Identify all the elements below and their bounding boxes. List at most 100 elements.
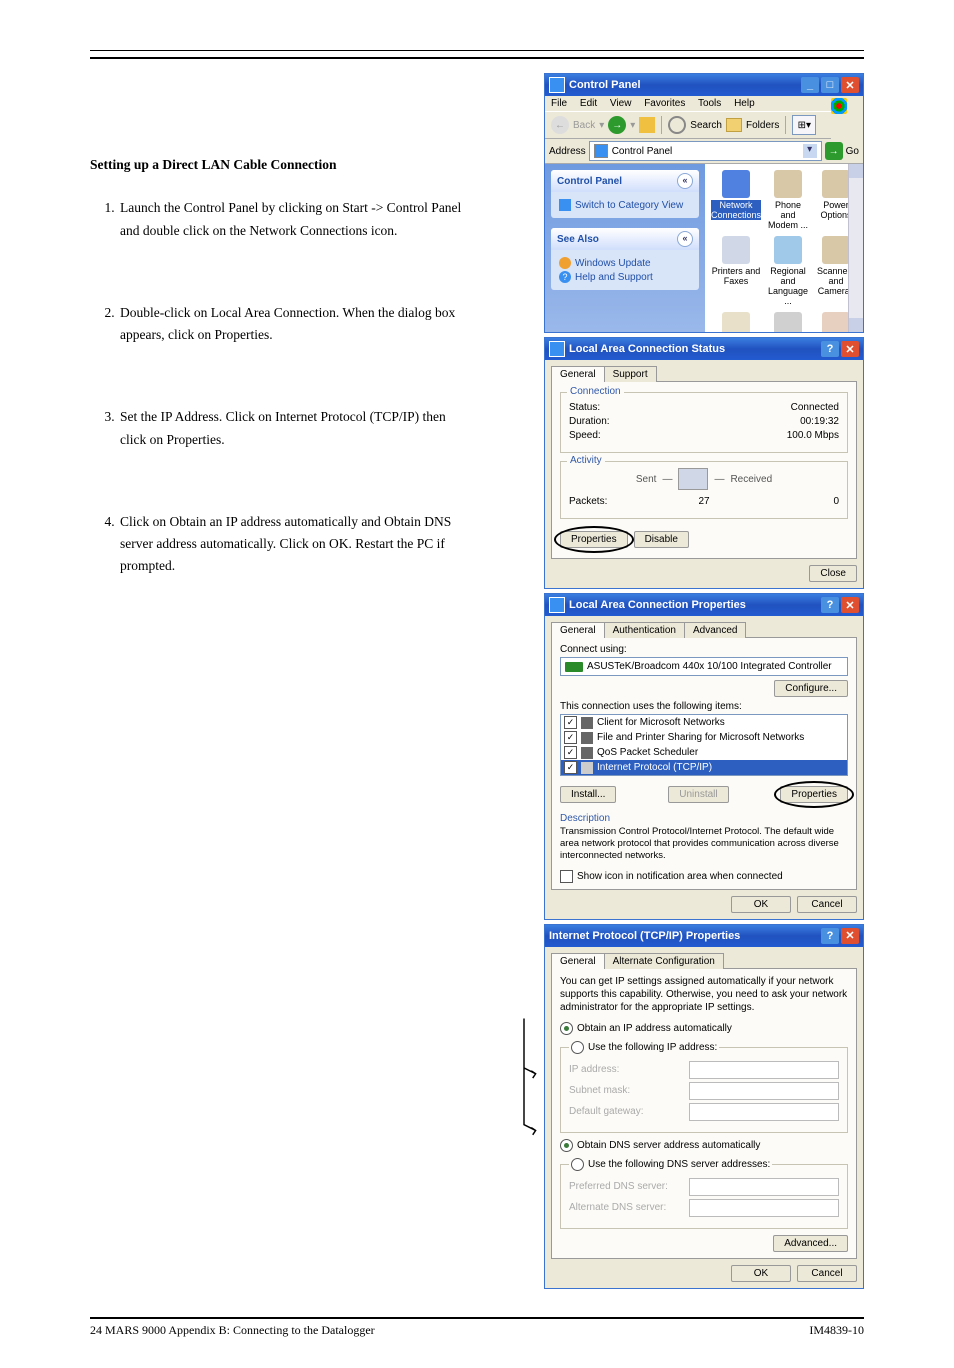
address-input[interactable]: Control Panel ▾ bbox=[589, 141, 822, 161]
folders-label[interactable]: Folders bbox=[746, 120, 779, 131]
regional-item[interactable]: Regional and Language ... bbox=[765, 234, 811, 308]
radio-auto-dns[interactable] bbox=[560, 1139, 573, 1152]
ok-button[interactable]: OK bbox=[731, 896, 791, 913]
radio-static-ip[interactable] bbox=[571, 1041, 584, 1054]
panel-icon bbox=[594, 144, 608, 158]
lan-properties-window: Local Area Connection Properties?✕ Gener… bbox=[544, 593, 864, 920]
menu-edit[interactable]: Edit bbox=[580, 98, 597, 109]
switch-category-link[interactable]: Switch to Category View bbox=[559, 199, 691, 211]
views-button[interactable]: ⊞▾ bbox=[792, 115, 816, 135]
sent-label: Sent bbox=[636, 474, 657, 485]
advanced-button[interactable]: Advanced... bbox=[773, 1235, 848, 1252]
qos-icon bbox=[581, 747, 593, 759]
footer-right: IM4839-10 bbox=[809, 1323, 864, 1338]
power-icon bbox=[822, 170, 850, 198]
list-item: ✓QoS Packet Scheduler bbox=[561, 745, 847, 760]
tab-authentication[interactable]: Authentication bbox=[604, 622, 685, 638]
radio-static-dns[interactable] bbox=[571, 1158, 584, 1171]
phone-icon bbox=[774, 170, 802, 198]
show-icon-checkbox[interactable] bbox=[560, 870, 573, 883]
search-label[interactable]: Search bbox=[690, 120, 722, 131]
menu-help[interactable]: Help bbox=[734, 98, 755, 109]
step-2: Double-click on Local Area Connection. W… bbox=[118, 302, 470, 347]
properties-button[interactable]: Properties bbox=[560, 531, 628, 548]
step-4: Click on Obtain an IP address automatica… bbox=[118, 511, 470, 578]
dropdown-icon[interactable]: ▾ bbox=[803, 144, 817, 158]
minimize-button[interactable]: _ bbox=[801, 77, 819, 93]
up-button[interactable] bbox=[639, 117, 655, 133]
uninstall-button[interactable]: Uninstall bbox=[668, 786, 728, 803]
titlebar[interactable]: Control Panel _ □ ✕ bbox=[545, 74, 863, 96]
back-button[interactable]: ← bbox=[551, 116, 569, 134]
checkbox-icon[interactable]: ✓ bbox=[564, 731, 577, 744]
show-icon-label: Show icon in notification area when conn… bbox=[577, 871, 783, 882]
menu-favorites[interactable]: Favorites bbox=[644, 98, 685, 109]
tab-support[interactable]: Support bbox=[604, 366, 657, 382]
help-button[interactable]: ? bbox=[821, 928, 839, 944]
control-panel-window: Control Panel _ □ ✕ File Edit View Favor… bbox=[544, 73, 864, 333]
cancel-button[interactable]: Cancel bbox=[797, 896, 857, 913]
collapse-icon[interactable]: « bbox=[677, 231, 693, 247]
checkbox-icon[interactable]: ✓ bbox=[564, 716, 577, 729]
window-icon bbox=[549, 77, 565, 93]
close-button[interactable]: ✕ bbox=[841, 341, 859, 357]
close-button[interactable]: ✕ bbox=[841, 597, 859, 613]
tab-general[interactable]: General bbox=[551, 953, 605, 969]
windows-update-link[interactable]: Windows Update bbox=[559, 257, 691, 269]
maximize-button[interactable]: □ bbox=[821, 77, 839, 93]
radio-auto-ip[interactable] bbox=[560, 1022, 573, 1035]
close-button[interactable]: Close bbox=[809, 565, 857, 582]
tab-advanced[interactable]: Advanced bbox=[684, 622, 746, 638]
scrollbar[interactable] bbox=[848, 164, 863, 332]
printers-item[interactable]: Printers and Faxes bbox=[709, 234, 763, 308]
checkbox-icon[interactable]: ✓ bbox=[564, 761, 577, 774]
close-button[interactable]: ✕ bbox=[841, 928, 859, 944]
tab-alternate[interactable]: Alternate Configuration bbox=[604, 953, 724, 969]
mask-input[interactable] bbox=[689, 1082, 839, 1100]
help-support-link[interactable]: ?Help and Support bbox=[559, 271, 691, 283]
tab-general[interactable]: General bbox=[551, 366, 605, 382]
menu-file[interactable]: File bbox=[551, 98, 567, 109]
menu-tools[interactable]: Tools bbox=[698, 98, 721, 109]
install-button[interactable]: Install... bbox=[560, 786, 616, 803]
duration-label: Duration: bbox=[569, 416, 610, 427]
configure-button[interactable]: Configure... bbox=[774, 680, 848, 697]
windows-logo-icon bbox=[831, 98, 847, 114]
dns2-input[interactable] bbox=[689, 1199, 839, 1217]
ip-input[interactable] bbox=[689, 1061, 839, 1079]
step-3: Set the IP Address. Click on Internet Pr… bbox=[118, 406, 470, 451]
printer-icon bbox=[722, 236, 750, 264]
status-value: Connected bbox=[791, 402, 839, 413]
go-button[interactable]: → bbox=[825, 142, 843, 160]
window-title: Control Panel bbox=[569, 79, 641, 91]
scroll-down-icon[interactable] bbox=[849, 318, 863, 332]
dns1-input[interactable] bbox=[689, 1178, 839, 1196]
tab-general[interactable]: General bbox=[551, 622, 605, 638]
client-icon bbox=[581, 717, 593, 729]
static-ip-label: Use the following IP address: bbox=[588, 1042, 717, 1053]
collapse-icon[interactable]: « bbox=[677, 173, 693, 189]
properties-button[interactable]: Properties bbox=[780, 786, 848, 803]
protocol-icon bbox=[581, 762, 593, 774]
help-button[interactable]: ? bbox=[821, 341, 839, 357]
items-list[interactable]: ✓Client for Microsoft Networks ✓File and… bbox=[560, 714, 848, 776]
phone-modem-item[interactable]: Phone and Modem ... bbox=[765, 168, 811, 232]
gateway-input[interactable] bbox=[689, 1103, 839, 1121]
dns1-label: Preferred DNS server: bbox=[569, 1181, 689, 1192]
step-1: Launch the Control Panel by clicking on … bbox=[118, 197, 470, 242]
help-button[interactable]: ? bbox=[821, 597, 839, 613]
close-button[interactable]: ✕ bbox=[841, 77, 859, 93]
share-icon bbox=[581, 732, 593, 744]
scanner-icon bbox=[822, 236, 850, 264]
menu-view[interactable]: View bbox=[610, 98, 632, 109]
checkbox-icon[interactable]: ✓ bbox=[564, 746, 577, 759]
disable-button[interactable]: Disable bbox=[634, 531, 689, 548]
ok-button[interactable]: OK bbox=[731, 1265, 791, 1282]
forward-button[interactable]: → bbox=[608, 116, 626, 134]
scheduled-tasks-item[interactable]: Scheduled Tasks bbox=[709, 310, 763, 332]
scroll-up-icon[interactable] bbox=[849, 164, 863, 178]
network-connections-item[interactable]: Network Connections bbox=[709, 168, 763, 232]
sounds-item[interactable]: Sounds and Audio Devices bbox=[765, 310, 811, 332]
cancel-button[interactable]: Cancel bbox=[797, 1265, 857, 1282]
group-activity: Activity bbox=[567, 455, 605, 466]
